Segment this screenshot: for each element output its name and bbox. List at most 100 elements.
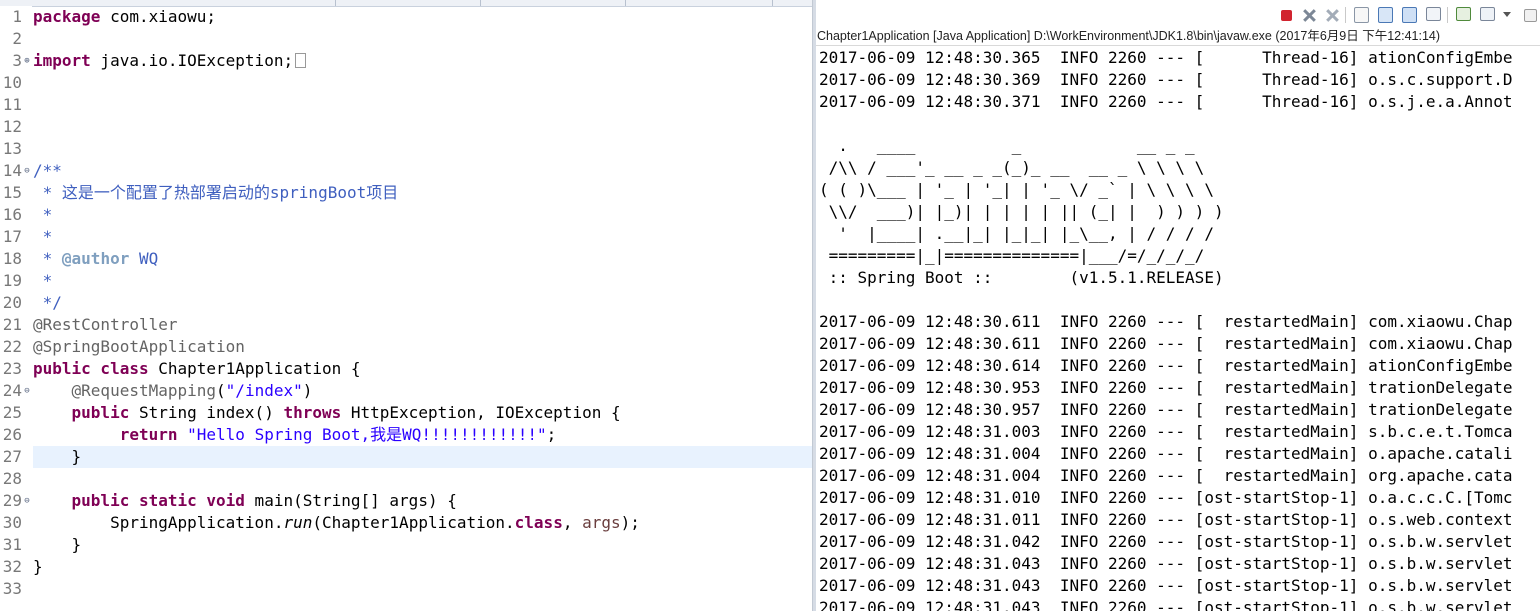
collapse-fold-icon[interactable]: ⊖	[22, 160, 32, 182]
line-number: 28	[2, 469, 22, 488]
console-toolbar	[816, 0, 1540, 26]
code-line[interactable]: return "Hello Spring Boot,我是WQ!!!!!!!!!!…	[33, 424, 557, 446]
keyword: public static void	[71, 491, 245, 510]
code-line[interactable]: public class Chapter1Application {	[33, 358, 361, 380]
header-divider	[816, 45, 1540, 46]
line-number: 29	[2, 491, 22, 510]
line-number: 18	[2, 249, 22, 268]
code-text: SpringApplication.	[110, 513, 284, 532]
console-log-line: 2017-06-09 12:48:31.043 INFO 2260 --- [o…	[819, 554, 1513, 573]
terminate-icon[interactable]	[1281, 10, 1292, 21]
comment-line: */	[33, 293, 62, 312]
code-line[interactable]: import java.io.IOException;	[33, 50, 307, 72]
scroll-lock-icon[interactable]	[1378, 7, 1393, 23]
annotation-line: @RestController	[33, 315, 178, 334]
console-log-line: 2017-06-09 12:48:31.011 INFO 2260 --- [o…	[819, 510, 1513, 529]
line-number: 10	[2, 73, 22, 92]
line-number: 24	[2, 381, 22, 400]
code-line[interactable]: }	[33, 446, 82, 468]
toolbar-separator	[1447, 7, 1448, 23]
console-banner-line: /\\ / ___'_ __ _ _(_)_ __ __ _ \ \ \ \	[819, 158, 1205, 177]
console-banner-line: \\/ ___)| |_)| | | | | || (_| | ) ) ) )	[819, 202, 1224, 221]
show-console-on-output-icon[interactable]	[1426, 7, 1441, 21]
comment-line: * 这是一个配置了热部署启动的springBoot项目	[33, 183, 399, 202]
console-log-line: 2017-06-09 12:48:30.953 INFO 2260 --- [ …	[819, 378, 1513, 397]
keyword: class	[514, 513, 563, 532]
console-log-line: 2017-06-09 12:48:30.614 INFO 2260 --- [ …	[819, 356, 1513, 375]
console-log-line: 2017-06-09 12:48:31.003 INFO 2260 --- [ …	[819, 422, 1513, 441]
line-number: 15	[2, 183, 22, 202]
keyword: import	[33, 51, 91, 70]
word-wrap-icon[interactable]	[1402, 7, 1417, 23]
line-number: 27	[2, 447, 22, 466]
console-log-line: 2017-06-09 12:48:31.004 INFO 2260 --- [ …	[819, 466, 1513, 485]
string-literal: "/index"	[225, 381, 303, 400]
line-number: 32	[2, 557, 22, 576]
line-number: 13	[2, 139, 22, 158]
keyword: public class	[33, 359, 149, 378]
console-banner-line: . ____ _ __ _ _	[819, 136, 1195, 155]
code-area[interactable]: package com.xiaowu; import java.io.IOExc…	[33, 6, 812, 611]
remove-launch-icon[interactable]	[1301, 7, 1317, 23]
console-log-line: 2017-06-09 12:48:31.010 INFO 2260 --- [o…	[819, 488, 1513, 507]
code-text: }	[71, 447, 82, 466]
code-text: }	[33, 557, 43, 576]
line-number: 31	[2, 535, 22, 554]
line-number: 30	[2, 513, 22, 532]
console-log-line: 2017-06-09 12:48:30.957 INFO 2260 --- [ …	[819, 400, 1513, 419]
console-log-line: 2017-06-09 12:48:31.004 INFO 2260 --- [ …	[819, 444, 1513, 463]
console-launch-header: Chapter1Application [Java Application] D…	[817, 29, 1441, 43]
line-number: 21	[2, 315, 22, 334]
javadoc-tag: @author	[61, 249, 130, 268]
code-text: com.xiaowu;	[100, 7, 217, 26]
console-output[interactable]: 2017-06-09 12:48:30.365 INFO 2260 --- [ …	[819, 47, 1540, 611]
code-line[interactable]: SpringApplication.run(Chapter1Applicatio…	[33, 512, 640, 534]
remove-all-terminated-icon[interactable]	[1324, 7, 1340, 23]
line-number: 19	[2, 271, 22, 290]
annotation-line: @SpringBootApplication	[33, 337, 245, 356]
pin-console-icon[interactable]	[1456, 7, 1471, 21]
code-line[interactable]: package com.xiaowu;	[33, 6, 216, 28]
clear-console-icon[interactable]	[1354, 7, 1369, 23]
open-console-icon[interactable]	[1524, 9, 1537, 22]
console-banner-line: =========|_|==============|___/=/_/_/_/	[819, 246, 1205, 265]
code-text: )	[302, 381, 313, 400]
line-number: 22	[2, 337, 22, 356]
code-text: }	[71, 535, 82, 554]
code-line[interactable]: }	[33, 556, 43, 578]
keyword: return	[119, 425, 178, 444]
comment-text: WQ	[129, 249, 159, 268]
line-number: 14	[2, 161, 22, 180]
line-number: 2	[12, 29, 22, 48]
line-number: 12	[2, 117, 22, 136]
line-number-gutter[interactable]: 1 2 3 ⊕ 10 11 12 13 14 ⊖ 15 16 17 18 19 20 21 22 23 24 ⊖ 25 26…	[0, 6, 32, 611]
console-view[interactable]: Chapter1Application [Java Application] D…	[816, 0, 1540, 611]
console-log-line: 2017-06-09 12:48:31.043 INFO 2260 --- [o…	[819, 598, 1513, 611]
line-number: 16	[2, 205, 22, 224]
toolbar-separator	[1345, 7, 1346, 23]
code-line[interactable]: }	[33, 534, 82, 556]
line-number: 33	[2, 579, 22, 598]
code-line[interactable]: @RequestMapping("/index")	[33, 380, 313, 402]
line-number: 17	[2, 227, 22, 246]
code-text: (	[216, 381, 226, 400]
collapse-fold-icon[interactable]: ⊖	[22, 380, 32, 402]
comment-line: * @author WQ	[33, 248, 159, 270]
expand-fold-icon[interactable]: ⊕	[22, 50, 32, 72]
collapse-fold-icon[interactable]: ⊖	[22, 490, 32, 512]
code-line[interactable]: public String index() throws HttpExcepti…	[33, 402, 621, 424]
code-text: HttpException, IOException {	[341, 403, 621, 422]
console-banner-line: ( ( )\___ | '_ | '_| | '_ \/ _` | \ \ \ …	[819, 180, 1214, 199]
console-log-line: 2017-06-09 12:48:30.611 INFO 2260 --- [ …	[819, 334, 1513, 353]
code-text: main(String[] args) {	[244, 491, 457, 510]
console-log-line: 2017-06-09 12:48:30.371 INFO 2260 --- [ …	[819, 92, 1513, 111]
annotation: @RequestMapping	[71, 381, 217, 400]
display-selected-console-icon[interactable]	[1480, 7, 1495, 21]
collapsed-imports-marker[interactable]	[295, 53, 307, 68]
java-editor[interactable]: 1 2 3 ⊕ 10 11 12 13 14 ⊖ 15 16 17 18 19 20 21 22 23 24 ⊖ 25 26…	[0, 0, 812, 611]
static-method: run	[283, 513, 313, 532]
string-literal: "Hello Spring Boot,我是WQ!!!!!!!!!!!!"	[187, 425, 547, 444]
comment-line: *	[33, 205, 53, 224]
code-line[interactable]: public static void main(String[] args) {	[33, 490, 457, 512]
chevron-down-icon[interactable]	[1502, 10, 1512, 20]
